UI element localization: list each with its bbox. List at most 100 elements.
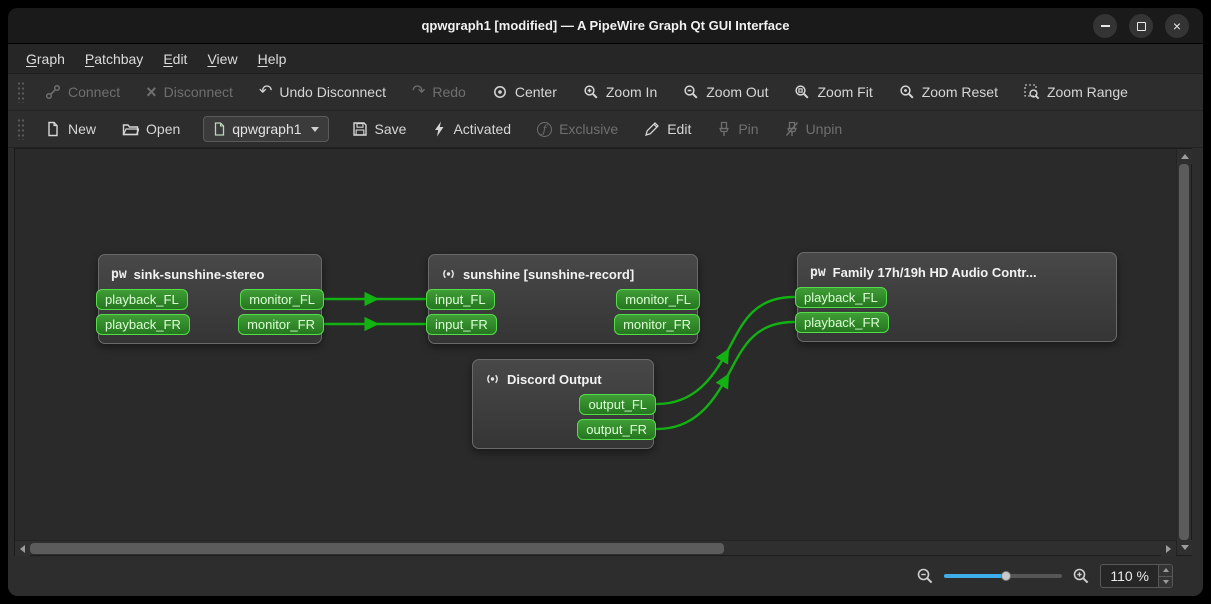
zoom-in-icon[interactable] [1072, 567, 1090, 585]
vertical-scrollbar-thumb[interactable] [1179, 164, 1189, 540]
canvas: pw sink-sunshine-stereo playback_FL play… [14, 148, 1192, 556]
scroll-down-button[interactable] [1177, 540, 1192, 555]
pin-icon [719, 121, 730, 136]
toolbar-grip[interactable] [17, 118, 26, 140]
zoom-fit-button[interactable]: Zoom Fit [781, 77, 885, 107]
port-playback-fl[interactable]: playback_FL [96, 289, 188, 310]
open-folder-icon [122, 124, 140, 136]
redo-button[interactable]: ↷ Redo [399, 77, 479, 107]
menu-view[interactable]: View [197, 47, 247, 71]
menu-graph[interactable]: Graph [16, 47, 75, 71]
patchbay-selector[interactable]: qpwgraph1 [203, 116, 329, 142]
toolbar-main: Connect × Disconnect ↶ Undo Disconnect ↷… [8, 74, 1203, 111]
minimize-button[interactable] [1093, 14, 1117, 38]
menu-help[interactable]: Help [248, 47, 297, 71]
save-icon [352, 122, 367, 136]
port-monitor-fr[interactable]: monitor_FR [614, 314, 700, 335]
connect-icon [45, 84, 61, 100]
toolbar-grip[interactable] [17, 81, 26, 103]
zoom-in-button[interactable]: Zoom In [570, 77, 670, 107]
slider-handle[interactable] [1000, 571, 1011, 581]
connect-button[interactable]: Connect [32, 77, 133, 107]
maximize-button[interactable] [1129, 14, 1153, 38]
port-input-fl[interactable]: input_FL [426, 289, 495, 310]
redo-icon: ↷ [411, 83, 426, 100]
save-button[interactable]: Save [339, 114, 420, 144]
monitor-icon [443, 269, 454, 279]
node-title: Discord Output [507, 371, 602, 387]
unpin-icon [785, 121, 798, 136]
zoom-spinbox[interactable]: 110 % [1100, 564, 1173, 588]
scroll-up-button[interactable] [1177, 149, 1192, 164]
zoom-reset-button[interactable]: Zoom Reset [886, 77, 1011, 107]
node-discord-output[interactable]: Discord Output output_FL output_FR [472, 359, 656, 449]
monitor-icon [487, 374, 498, 384]
zoom-out-icon [684, 85, 698, 99]
vertical-scrollbar[interactable] [1176, 149, 1192, 555]
open-button[interactable]: Open [109, 114, 193, 144]
unpin-button[interactable]: Unpin [772, 114, 856, 144]
node-sink-sunshine-stereo[interactable]: pw sink-sunshine-stereo playback_FL play… [96, 254, 324, 344]
close-icon: × [1172, 18, 1182, 34]
edit-toggle[interactable]: Edit [631, 114, 704, 144]
node-family-hd-audio[interactable]: pw Family 17h/19h HD Audio Contr... play… [795, 252, 1117, 342]
node-title: sink-sunshine-stereo [133, 266, 265, 282]
graph-area[interactable]: pw sink-sunshine-stereo playback_FL play… [15, 149, 1176, 540]
patchbay-name: qpwgraph1 [232, 121, 302, 137]
zoom-slider[interactable] [944, 566, 1063, 586]
spin-down-button[interactable] [1159, 575, 1172, 587]
scroll-left-button[interactable] [15, 541, 30, 556]
port-output-fr[interactable]: output_FR [577, 419, 656, 440]
port-input-fr[interactable]: input_FR [426, 314, 497, 335]
menu-edit[interactable]: Edit [153, 47, 197, 71]
spin-up-button[interactable] [1159, 565, 1172, 576]
exclusive-icon: ƒ [537, 121, 553, 137]
arrow-up-icon [1180, 154, 1189, 159]
port-playback-fr[interactable]: playback_FR [795, 312, 889, 333]
zoom-in-icon [584, 85, 598, 99]
activated-toggle[interactable]: Activated [419, 114, 524, 144]
pin-button[interactable]: Pin [704, 114, 771, 144]
connection-wires [323, 291, 796, 431]
patchbay-file-icon [215, 122, 225, 136]
window-title: qpwgraph1 [modified] — A PipeWire Graph … [421, 18, 790, 33]
exclusive-toggle[interactable]: ƒ Exclusive [524, 114, 631, 144]
node-title: sunshine [sunshine-record] [463, 266, 635, 282]
arrow-down-icon [1162, 579, 1169, 584]
undo-disconnect-button[interactable]: ↶ Undo Disconnect [246, 77, 399, 107]
app-window: qpwgraph1 [modified] — A PipeWire Graph … [8, 8, 1203, 596]
menubar: Graph Patchbay Edit View Help [8, 44, 1203, 74]
arrow-left-icon [20, 544, 25, 553]
lightning-icon [435, 121, 444, 137]
arrow-down-icon [1180, 545, 1189, 550]
titlebar[interactable]: qpwgraph1 [modified] — A PipeWire Graph … [8, 8, 1203, 44]
pencil-icon [645, 122, 660, 136]
center-button[interactable]: Center [479, 77, 570, 107]
zoom-range-icon [1024, 84, 1040, 100]
scroll-right-button[interactable] [1161, 541, 1176, 556]
center-icon [493, 86, 506, 98]
undo-icon: ↶ [258, 83, 273, 100]
port-monitor-fr[interactable]: monitor_FR [238, 314, 324, 335]
arrow-right-icon [1166, 544, 1171, 553]
port-output-fl[interactable]: output_FL [579, 394, 656, 415]
zoom-fit-icon [795, 85, 809, 99]
node-sunshine[interactable]: sunshine [sunshine-record] input_FL inpu… [426, 254, 700, 344]
port-monitor-fl[interactable]: monitor_FL [240, 289, 324, 310]
horizontal-scrollbar-thumb[interactable] [30, 543, 724, 554]
zoom-out-icon[interactable] [916, 567, 934, 585]
new-file-icon [48, 121, 58, 137]
port-playback-fl[interactable]: playback_FL [795, 287, 887, 308]
toolbar-file: New Open qpwgraph1 Save Activated ƒ Excl… [8, 111, 1203, 148]
zoom-value[interactable]: 110 % [1101, 565, 1158, 587]
zoom-range-button[interactable]: Zoom Range [1011, 77, 1141, 107]
disconnect-button[interactable]: × Disconnect [133, 77, 246, 107]
node-title: Family 17h/19h HD Audio Contr... [832, 264, 1037, 280]
menu-patchbay[interactable]: Patchbay [75, 47, 153, 71]
horizontal-scrollbar[interactable] [15, 540, 1176, 556]
zoom-out-button[interactable]: Zoom Out [670, 77, 781, 107]
port-monitor-fl[interactable]: monitor_FL [616, 289, 700, 310]
close-button[interactable]: × [1165, 14, 1189, 38]
port-playback-fr[interactable]: playback_FR [96, 314, 190, 335]
new-button[interactable]: New [32, 114, 109, 144]
